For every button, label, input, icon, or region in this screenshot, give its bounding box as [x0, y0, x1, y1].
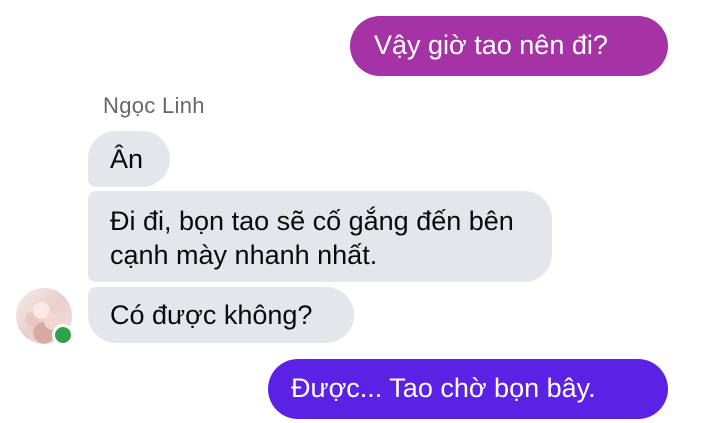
message-text: Ân	[110, 144, 144, 174]
message-text: Đi đi, bọn tao sẽ cố gắng đến bên cạnh m…	[110, 206, 514, 270]
clipped-timestamp	[30, 0, 52, 2]
incoming-message[interactable]: Ân	[88, 131, 170, 187]
message-text: Được... Tao chờ bọn bây.	[291, 373, 596, 403]
message-text: Vậy giờ tao nên đi?	[374, 30, 608, 60]
incoming-message[interactable]: Đi đi, bọn tao sẽ cố gắng đến bên cạnh m…	[88, 191, 552, 282]
sender-name: Ngọc Linh	[103, 93, 205, 118]
outgoing-message[interactable]: Được... Tao chờ bọn bây.	[268, 359, 668, 419]
chat-thread: Vậy giờ tao nên đi? Ngọc Linh Ân Đi đi, …	[0, 0, 720, 423]
online-status-icon	[52, 324, 74, 346]
incoming-message[interactable]: Có được không?	[88, 287, 354, 343]
outgoing-message[interactable]: Vậy giờ tao nên đi?	[350, 16, 668, 76]
message-text: Có được không?	[110, 300, 313, 330]
